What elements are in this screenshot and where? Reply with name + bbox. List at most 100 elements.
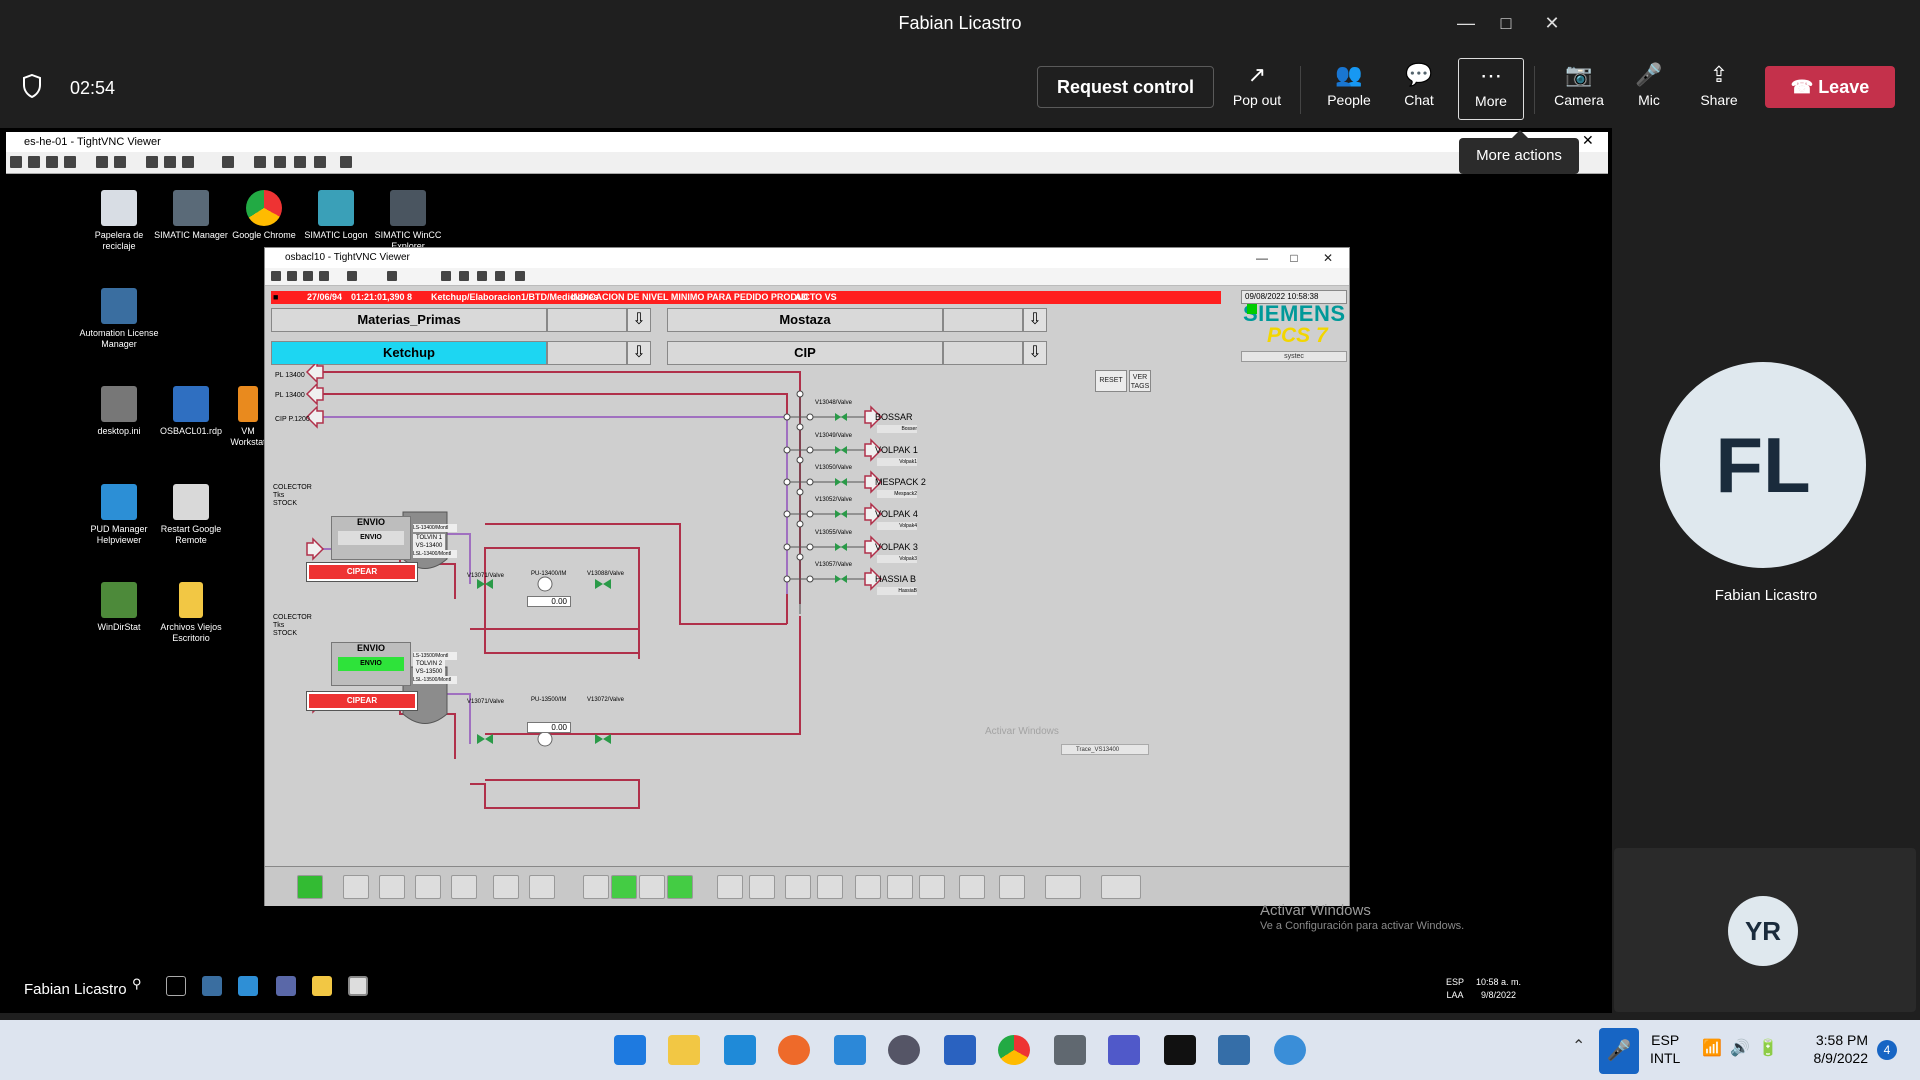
more-button[interactable]: ⋯ More <box>1458 58 1524 120</box>
request-control-button[interactable]: Request control <box>1037 66 1214 108</box>
arrow-up-icon[interactable] <box>611 875 637 899</box>
maximize-button[interactable]: □ <box>1488 8 1524 38</box>
vnc-tool-icon[interactable] <box>64 156 76 168</box>
desktop-icon-chrome[interactable]: Google Chrome <box>224 190 304 241</box>
close-button[interactable]: ✕ <box>1534 8 1570 38</box>
fullscreen-icon[interactable] <box>515 271 525 281</box>
vnc-tool-icon[interactable] <box>10 156 22 168</box>
desktop-icon-rdp[interactable]: OSBACL01.rdp <box>151 386 231 437</box>
destination-volpak-4[interactable]: VOLPAK 4 <box>875 509 918 519</box>
vnc-tool-icon[interactable] <box>182 156 194 168</box>
chat-button[interactable]: 💬 Chat <box>1386 58 1452 120</box>
zoom-icon[interactable] <box>477 271 487 281</box>
tank-1-valve-tag[interactable]: V13071/Valve <box>467 572 504 580</box>
tank-1-valve-tag[interactable]: V13088/Valve <box>587 570 624 578</box>
down-arrow-icon[interactable]: ⇩ <box>1023 341 1047 365</box>
desktop-icon-automation-license[interactable]: Automation License Manager <box>79 288 159 350</box>
refresh-icon[interactable] <box>717 875 743 899</box>
vnc-tool-icon[interactable] <box>28 156 40 168</box>
down-arrow-icon[interactable]: ⇩ <box>627 308 651 332</box>
alarm-line[interactable]: ■ 27/06/94 01:21:01,390 8 Ketchup/Elabor… <box>271 291 1221 304</box>
zoom-out-icon[interactable] <box>274 156 286 168</box>
vnc-tool-icon[interactable] <box>287 271 297 281</box>
arrow-left-icon[interactable] <box>583 875 609 899</box>
file-explorer-icon[interactable] <box>312 976 332 996</box>
report-icon[interactable] <box>415 875 441 899</box>
inner-close-button[interactable]: ✕ <box>1315 250 1341 266</box>
arrow-down-icon[interactable] <box>639 875 665 899</box>
file-explorer-icon[interactable] <box>668 1035 700 1065</box>
vnc-tool-icon[interactable] <box>46 156 58 168</box>
vnc-tool-icon[interactable] <box>271 271 281 281</box>
area-button-mostaza[interactable]: Mostaza <box>667 308 943 332</box>
valve-tag[interactable]: V13055/Valve <box>815 529 852 537</box>
export-icon[interactable] <box>529 875 555 899</box>
vnc-tool-icon[interactable] <box>96 156 108 168</box>
desktop-icon-simatic-logon[interactable]: SIMATIC Logon <box>296 190 376 241</box>
tools-icon[interactable] <box>343 875 369 899</box>
postgres-icon[interactable] <box>1218 1035 1250 1065</box>
taskbar-app-icon[interactable] <box>276 976 296 996</box>
vnc-tool-icon[interactable] <box>303 271 313 281</box>
tank-2-valve-tag[interactable]: V13072/Valve <box>587 696 624 704</box>
area-button-cip[interactable]: CIP <box>667 341 943 365</box>
share-button[interactable]: ⇪ Share <box>1686 58 1752 120</box>
vnc-viewer-icon[interactable] <box>348 976 368 996</box>
zoom-in-icon[interactable] <box>254 156 266 168</box>
destination-mespack-2[interactable]: MESPACK 2 <box>875 477 926 487</box>
app-icon[interactable] <box>1274 1035 1306 1065</box>
info-icon[interactable] <box>999 875 1025 899</box>
local-clock[interactable]: 3:58 PM 8/9/2022 <box>1790 1031 1869 1067</box>
vscode-icon[interactable] <box>724 1035 756 1065</box>
tank-1-envio-panel[interactable]: ENVIO ENVIO <box>331 516 411 560</box>
mic-active-icon[interactable]: 🎤 <box>1599 1028 1639 1074</box>
trend-label[interactable]: Trace_VS13400 <box>1061 744 1149 755</box>
copy-icon[interactable] <box>855 875 881 899</box>
people-button[interactable]: 👥 People <box>1316 58 1382 120</box>
tank-2-valve-tag[interactable]: V13071/Valve <box>467 698 504 706</box>
notification-badge[interactable]: 4 <box>1877 1040 1897 1060</box>
terminal-icon[interactable] <box>1164 1035 1196 1065</box>
desktop-icon-restart-remote[interactable]: Restart Google Remote <box>151 484 231 546</box>
valve-tag[interactable]: V13048/Valve <box>815 399 852 407</box>
search-icon[interactable]: ⚲ <box>132 976 152 996</box>
language-indicator[interactable]: ESP INTL <box>1650 1031 1680 1067</box>
desktop-icon-desktop-ini[interactable]: desktop.ini <box>79 386 159 437</box>
move-icon[interactable] <box>785 875 811 899</box>
outer-vnc-close-icon[interactable]: ✕ <box>1582 132 1594 149</box>
vnc-tool-icon[interactable] <box>319 271 329 281</box>
notepad-icon[interactable] <box>944 1035 976 1065</box>
zoom-icon[interactable] <box>294 156 306 168</box>
screen-icon[interactable] <box>493 875 519 899</box>
acknowledge-icon[interactable] <box>1101 875 1141 899</box>
wifi-icon[interactable]: 📶 <box>1702 1040 1722 1058</box>
delete-icon[interactable] <box>919 875 945 899</box>
forward-icon[interactable] <box>817 875 843 899</box>
battery-icon[interactable]: 🔋 <box>1758 1040 1778 1058</box>
down-arrow-icon[interactable]: ⇩ <box>627 341 651 365</box>
tank-1-pump-tag[interactable]: PU-13400/IM <box>531 570 566 578</box>
vnc-tool-icon[interactable] <box>222 156 234 168</box>
zoom-icon[interactable] <box>314 156 326 168</box>
trend-icon[interactable] <box>451 875 477 899</box>
vnc-tool-icon[interactable] <box>347 271 357 281</box>
desktop-icon-recycle-bin[interactable]: Papelera de reciclaje <box>79 190 159 252</box>
taskbar-app-icon[interactable] <box>202 976 222 996</box>
desktop-icon-pud-manager[interactable]: PUD Manager Helpviewer <box>79 484 159 546</box>
desktop-icon-simatic-manager[interactable]: SIMATIC Manager <box>151 190 231 241</box>
down-arrow-icon[interactable]: ⇩ <box>1023 308 1047 332</box>
tank-2-cipear-button[interactable]: CIPEAR <box>306 691 418 711</box>
camera-button[interactable]: 📷 Camera <box>1546 58 1612 120</box>
desktop-icon-vm-workstation[interactable]: VM Workstat <box>228 386 268 448</box>
fullscreen-icon[interactable] <box>340 156 352 168</box>
start-icon[interactable] <box>614 1035 646 1065</box>
vnc-tool-icon[interactable] <box>146 156 158 168</box>
play-icon[interactable] <box>297 875 323 899</box>
leave-button[interactable]: ☎ Leave <box>1765 66 1895 108</box>
tank-2-pump-tag[interactable]: PU-13500/IM <box>531 696 566 704</box>
destination-bossar[interactable]: BOSSAR <box>875 412 913 422</box>
area-button-materias-primas[interactable]: Materias_Primas <box>271 308 547 332</box>
folder-icon[interactable] <box>379 875 405 899</box>
redo-icon[interactable] <box>749 875 775 899</box>
postman-icon[interactable] <box>778 1035 810 1065</box>
